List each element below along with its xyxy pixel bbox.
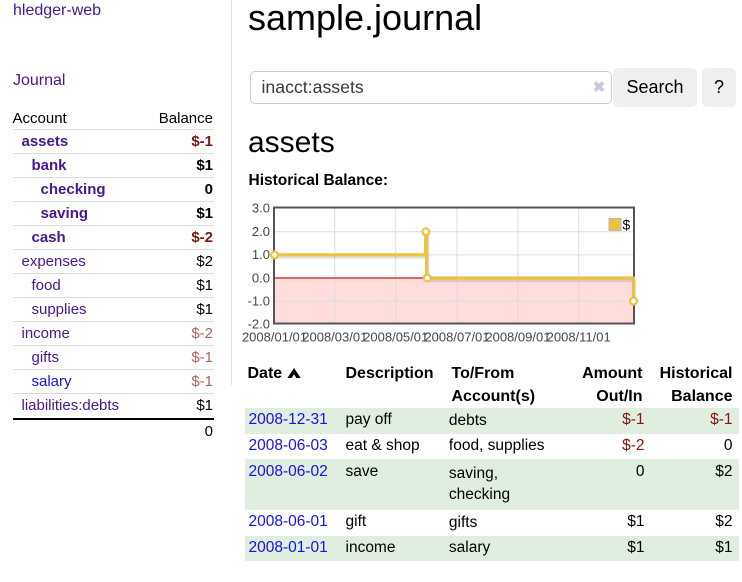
svg-text:2008/07/01: 2008/07/01 (424, 330, 489, 345)
svg-text:2008/03/01: 2008/03/01 (302, 330, 367, 345)
svg-text:2.0: 2.0 (252, 224, 270, 239)
svg-text:-1.0: -1.0 (248, 294, 270, 309)
svg-text:$: $ (623, 217, 631, 233)
svg-text:2008/05/01: 2008/05/01 (363, 330, 428, 345)
svg-text:2008/01/01: 2008/01/01 (242, 330, 307, 345)
svg-text:0.0: 0.0 (252, 270, 270, 285)
svg-text:2008/09/01: 2008/09/01 (485, 330, 550, 345)
svg-text:2008/11/01: 2008/11/01 (547, 330, 611, 345)
svg-text:3.0: 3.0 (252, 201, 270, 216)
svg-text:1.0: 1.0 (252, 247, 270, 262)
